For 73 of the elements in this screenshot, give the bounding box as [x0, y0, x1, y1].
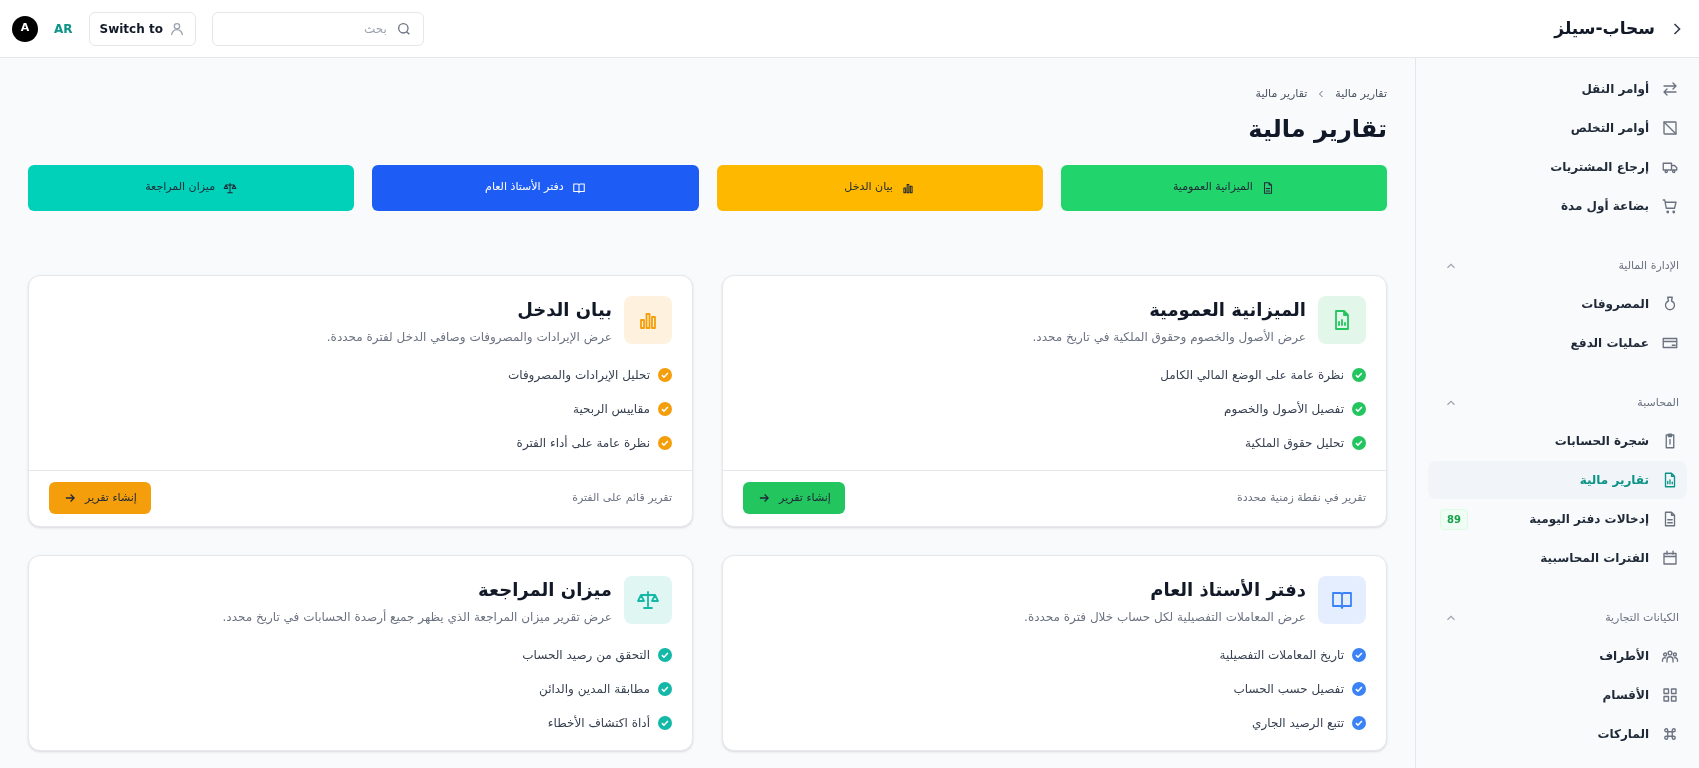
- switch-button[interactable]: Switch to: [88, 11, 196, 46]
- feature-text: نظرة عامة على أداء الفترة: [516, 434, 650, 452]
- sidebar-item[interactable]: عمليات الدفع: [1428, 324, 1687, 362]
- crossed-box-icon: [1661, 119, 1679, 137]
- calendar-icon: [1661, 549, 1679, 567]
- sidebar-item[interactable]: المصروفات: [1428, 285, 1687, 323]
- sidebar-item[interactable]: الأقسام: [1428, 676, 1687, 714]
- language-button[interactable]: AR: [50, 20, 77, 37]
- card-description: عرض المعاملات التفصيلية لكل حساب خلال فترة محددة.: [1024, 608, 1306, 626]
- check-icon: [1352, 715, 1366, 730]
- cart-icon: [1661, 197, 1679, 215]
- card-description: عرض الأصول والخصوم وحقوق الملكية في تاريخ محدد.: [1032, 328, 1306, 346]
- user-icon: [168, 20, 185, 37]
- section-heading: الكيانات التجارية: [1605, 609, 1679, 626]
- report-button[interactable]: بيان الدخل: [716, 164, 1043, 211]
- sidebar-item[interactable]: شجرة الحسابات: [1428, 422, 1687, 460]
- check-icon: [1352, 647, 1366, 662]
- sidebar-item[interactable]: الماركات: [1428, 715, 1687, 753]
- feature-text: التحقق من رصيد الحساب: [522, 646, 650, 664]
- breadcrumb-link[interactable]: تقارير مالية: [1335, 86, 1387, 103]
- section-heading: الإدارة المالية: [1618, 257, 1679, 274]
- feature-text: تتبع الرصيد الجاري: [1252, 714, 1344, 732]
- card-title: دفتر الأستاذ العام: [1149, 577, 1306, 603]
- breadcrumb-link[interactable]: تقارير مالية: [1255, 86, 1308, 103]
- count-badge: 89: [1440, 508, 1468, 530]
- feature-text: تفصيل الأصول والخصوم: [1224, 400, 1344, 418]
- create-report-button[interactable]: إنشاء تقرير: [49, 482, 151, 514]
- footer-note: تقرير في نقطة زمنية محددة: [1237, 489, 1366, 506]
- feature-text: تاريخ المعاملات التفصيلية: [1219, 646, 1344, 664]
- search-field[interactable]: بحث: [211, 11, 424, 46]
- feature-text: أداة اكتشاف الأخطاء: [547, 714, 650, 732]
- feature-text: تفصيل حسب الحساب: [1233, 680, 1344, 698]
- sidebar-item[interactable]: الفترات المحاسبية: [1428, 539, 1687, 577]
- feature-text: تحليل الإيرادات والمصروفات: [507, 366, 650, 384]
- page-title: تقارير مالية: [1247, 113, 1387, 145]
- card-title: بيان الدخل: [516, 297, 612, 322]
- feature-text: مطابقة المدين والدائن: [539, 680, 650, 698]
- sidebar-item[interactable]: أوامر التخلص: [1428, 109, 1687, 147]
- check-icon: [658, 435, 672, 450]
- sidebar-item[interactable]: بضاعة أول مدة: [1428, 187, 1687, 225]
- card-title: الميزانية العمومية: [1148, 297, 1306, 323]
- app-title: سحاب-سيلز: [1554, 16, 1655, 41]
- check-icon: [1352, 367, 1366, 382]
- command-icon: [1661, 725, 1679, 743]
- create-report-button[interactable]: إنشاء تقرير: [743, 482, 845, 514]
- sidebar-item[interactable]: الأطراف: [1428, 637, 1687, 675]
- sidebar-item[interactable]: إرجاع المشتريات: [1428, 148, 1687, 186]
- check-icon: [1352, 401, 1366, 416]
- sidebar-item[interactable]: أوامر النقل: [1428, 70, 1687, 108]
- book-icon: [571, 180, 586, 195]
- feature-text: تحليل حقوق الملكية: [1245, 434, 1344, 452]
- report-button[interactable]: ميزان المراجعة: [28, 164, 355, 211]
- search-icon: [395, 20, 412, 37]
- card-title: ميزان المراجعة: [477, 577, 612, 603]
- check-icon: [658, 401, 672, 416]
- feature-text: نظرة عامة على الوضع المالي الكامل: [1160, 366, 1344, 384]
- check-icon: [658, 367, 672, 382]
- card-description: عرض تقرير ميزان المراجعة الذي يظهر جميع أرصدة الحسابات في تاريخ محدد.: [222, 608, 612, 626]
- feature-text: مقاييس الربحية: [573, 400, 650, 418]
- report-button[interactable]: الميزانية العمومية: [1060, 164, 1387, 211]
- footer-note: تقرير قائم على الفترة: [572, 489, 672, 506]
- scale-icon: [223, 180, 238, 195]
- arrows-icon: [1661, 80, 1679, 98]
- check-icon: [658, 647, 672, 662]
- check-icon: [658, 715, 672, 730]
- avatar[interactable]: A: [12, 15, 38, 42]
- check-icon: [658, 681, 672, 696]
- check-icon: [1352, 681, 1366, 696]
- grid-icon: [1661, 686, 1679, 704]
- check-icon: [1352, 435, 1366, 450]
- report-button[interactable]: دفتر الأستاذ العام: [372, 164, 699, 211]
- card-description: عرض الإيرادات والمصروفات وصافي الدخل لفترة محددة.: [326, 328, 612, 346]
- section-heading: المحاسبة: [1637, 394, 1679, 411]
